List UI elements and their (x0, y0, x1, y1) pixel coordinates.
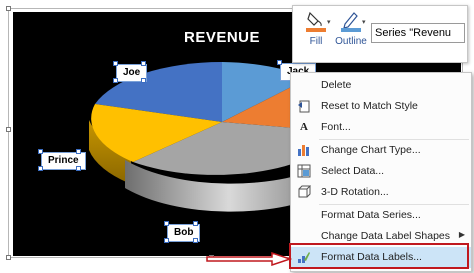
chart-title[interactable]: REVENUE (177, 29, 267, 46)
label-handle[interactable] (76, 149, 81, 154)
label-handle[interactable] (113, 78, 118, 83)
label-handle[interactable] (277, 60, 282, 65)
select-data-icon (297, 164, 311, 178)
label-handle[interactable] (164, 221, 169, 226)
menu-item-label: Change Data Label Shapes (321, 230, 451, 242)
menu-item-label: Format Data Series... (321, 209, 421, 221)
label-handle[interactable] (193, 238, 198, 243)
mini-toolbar: ▾ Fill ▾ Outline Series "Revenu (292, 5, 468, 63)
label-handle[interactable] (193, 221, 198, 226)
highlight-box (289, 243, 469, 269)
data-label-text: Prince (48, 155, 79, 166)
resize-handle[interactable] (6, 6, 11, 11)
data-label-text: Joe (123, 67, 141, 78)
data-label-text: Bob (174, 227, 194, 238)
series-select[interactable]: Series "Revenu (371, 23, 465, 43)
font-icon: A (300, 121, 308, 133)
label-handle[interactable] (141, 78, 146, 83)
outline-button[interactable]: ▾ Outline (333, 9, 369, 47)
chevron-down-icon: ▾ (362, 19, 366, 26)
paint-bucket-icon (306, 11, 326, 32)
menu-item-label: Font... (321, 121, 351, 133)
fill-button[interactable]: ▾ Fill (301, 9, 331, 47)
pointer-arrow-icon (206, 252, 292, 266)
outline-label: Outline (335, 36, 367, 47)
context-menu: Delete Reset to Match Style A Font... Ch… (290, 72, 472, 272)
menu-item-label: Select Data... (321, 165, 385, 177)
menu-item-font[interactable]: A Font... (291, 117, 471, 138)
reset-style-icon (297, 99, 311, 113)
menu-item-3d-rotation[interactable]: 3-D Rotation... (291, 182, 471, 203)
pen-outline-icon (341, 12, 361, 32)
label-handle[interactable] (113, 61, 118, 66)
menu-item-format-data-series[interactable]: Format Data Series... (291, 205, 471, 226)
resize-handle[interactable] (6, 255, 11, 260)
menu-item-change-chart-type[interactable]: Change Chart Type... (291, 140, 471, 161)
menu-item-label: Delete (321, 79, 352, 91)
label-handle[interactable] (76, 166, 81, 171)
chart-type-icon (297, 143, 311, 157)
chevron-down-icon: ▾ (327, 19, 331, 26)
menu-item-label: Change Chart Type... (321, 144, 421, 156)
label-handle[interactable] (141, 61, 146, 66)
chevron-right-icon: ▶ (458, 230, 465, 239)
menu-item-delete[interactable]: Delete (291, 75, 471, 96)
label-handle[interactable] (164, 238, 169, 243)
label-handle[interactable] (38, 149, 43, 154)
menu-item-reset-style[interactable]: Reset to Match Style (291, 96, 471, 117)
rotation-icon (297, 185, 312, 199)
menu-item-label: Reset to Match Style (321, 100, 418, 112)
resize-handle[interactable] (6, 127, 11, 132)
menu-item-label: 3-D Rotation... (321, 186, 389, 198)
fill-label: Fill (309, 36, 323, 47)
label-handle[interactable] (38, 166, 43, 171)
menu-item-select-data[interactable]: Select Data... (291, 161, 471, 182)
